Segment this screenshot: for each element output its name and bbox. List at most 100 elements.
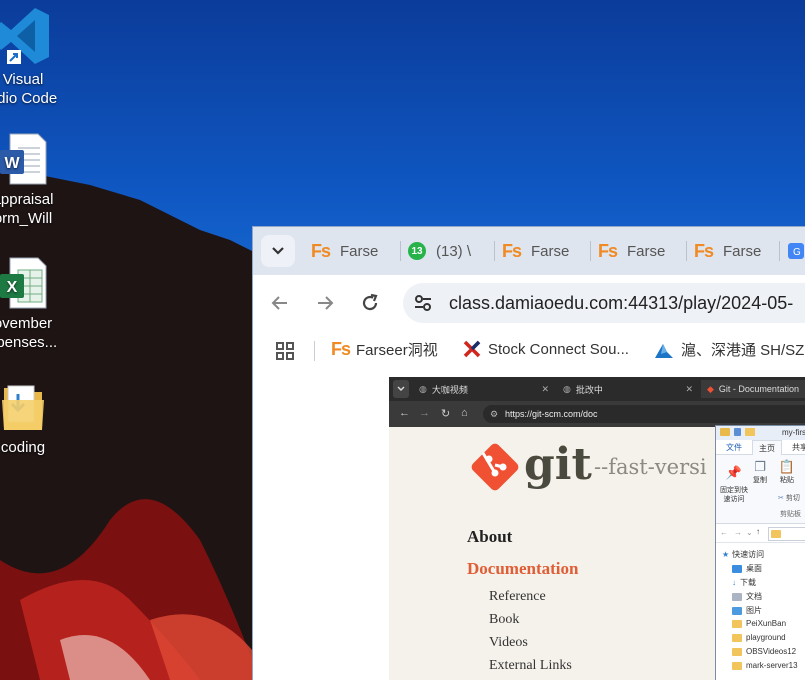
tab-label: Farse [340,242,379,260]
nav-documentation[interactable]: Documentation [467,559,578,579]
copy-icon: ❐ [754,459,766,474]
farseer-icon: Fs [331,339,351,359]
tab-label: Farse [627,242,666,260]
tab-farseer-3[interactable]: Fs Farse [590,237,666,265]
reload-icon[interactable]: ↻ [441,407,450,420]
inner-tab-menu-button[interactable] [393,380,409,398]
nav-pictures[interactable]: 图片 [732,605,762,616]
home-icon[interactable]: ⌂ [461,407,468,419]
nav-folder-mark-server[interactable]: mark-server13 [732,661,798,670]
excel-document-icon: X [0,257,47,309]
tab-farseer-2[interactable]: Fs Farse [494,237,569,265]
translate-icon: G [788,243,804,259]
url-text: https://git-scm.com/doc [505,409,598,419]
tab-notifications[interactable]: 13 (13) \ [400,237,472,265]
desktop-icon-label: Visual udio Code [0,71,58,107]
chevron-down-icon [272,247,284,255]
nav-quick-access[interactable]: ★ 快速访问 [722,549,764,560]
forward-arrow-icon[interactable]: → [734,528,742,537]
svg-text:X: X [7,279,18,296]
tab-google-translate[interactable]: G [779,237,805,265]
close-icon[interactable]: ✕ [685,384,693,395]
nav-about[interactable]: About [467,527,512,547]
inner-tab-grading[interactable]: ◍ 批改中 ✕ [563,380,693,398]
close-icon[interactable]: ✕ [541,384,549,395]
back-button[interactable] [267,290,293,316]
tab-strip: Fs Farse 13 (13) \ Fs Farse Fs Farse Fs [253,227,805,275]
button-label: 剪切 [785,495,800,502]
nav-folder-obsvideos[interactable]: OBSVideos12 [732,647,796,656]
farseer-icon: Fs [598,240,618,261]
desktop-icon-word-doc[interactable]: W appraisal orm_Will [0,132,68,228]
inner-address-bar[interactable]: ⚙ https://git-scm.com/doc [483,405,805,423]
desktop-icon-folder[interactable]: coding [0,380,68,457]
tab-search-button[interactable] [261,235,295,267]
tab-separator [779,241,780,261]
desktop-icon-excel-doc[interactable]: X ovember xpenses... [0,256,68,352]
apps-button[interactable] [275,341,295,361]
explorer-title-bar: my-firs [716,426,805,440]
copy-button[interactable]: ❐ 复制 [752,459,768,485]
nav-reference[interactable]: Reference [489,589,546,605]
forward-button[interactable] [312,290,338,316]
quick-access-toolbar-icon[interactable] [720,428,759,438]
tab-farseer-4[interactable]: Fs Farse [686,237,761,265]
document-icon [732,592,742,601]
nav-folder-peixunban[interactable]: PeiXunBan [732,619,786,628]
address-bar[interactable]: class.damiaoedu.com:44313/play/2024-05- [403,283,805,323]
bookmarks-bar: Fs Farseer洞视 Stock Connect Sou... 滬、深港通 … [253,331,805,371]
tab-farseer-1[interactable]: Fs Farse [311,237,378,265]
svg-text:W: W [4,155,20,172]
desktop-icon-vscode[interactable]: Visual udio Code [0,6,68,108]
nav-videos[interactable]: Videos [489,635,528,651]
tab-separator [400,241,401,261]
farseer-icon: Fs [502,240,522,261]
bookmark-farseer[interactable]: Fs Farseer洞视 [331,339,438,360]
nav-label: PeiXunBan [746,619,787,628]
ribbon-tab-file[interactable]: 文件 [726,442,742,453]
bookmark-hkex[interactable]: 滬、深港通 SH/SZ [653,339,804,360]
inner-tab-git-docs[interactable]: ◆ Git - Documentation [701,380,805,398]
arrow-right-icon [318,296,334,310]
nav-documents[interactable]: 文档 [732,591,762,602]
desktop-folder-icon [732,564,742,573]
word-document-icon: W [0,133,47,185]
up-arrow-icon[interactable]: ↑ [756,527,760,536]
site-settings-icon[interactable] [413,293,433,313]
pin-quick-access-button[interactable]: 📌 固定到快 速访问 [720,459,748,504]
arrow-left-icon[interactable]: ← [399,407,410,419]
nav-folder-playground[interactable]: playground [732,633,786,642]
arrow-right-icon[interactable]: → [419,407,430,419]
ribbon-tab-home[interactable]: 主页 [752,440,782,456]
nav-downloads[interactable]: ↓ 下载 [732,577,756,588]
ribbon-tab-strip: 文件 主页 共享 [716,440,805,456]
reload-button[interactable] [357,290,383,316]
vscode-icon [0,8,49,64]
tab-label: (13) \ [436,242,472,260]
nav-desktop[interactable]: 桌面 [732,563,762,574]
bookmark-stock-connect[interactable]: Stock Connect Sou... [462,339,629,359]
tab-label: Git - Documentation [718,384,799,394]
cut-button[interactable]: ✂ 剪切 [778,493,800,503]
nav-book[interactable]: Book [489,612,519,628]
nav-external-links[interactable]: External Links [489,658,572,674]
ribbon-tab-share[interactable]: 共享 [792,442,805,453]
explorer-path-field[interactable] [768,527,805,541]
paste-button[interactable]: 📋 粘贴 [776,459,798,485]
svg-text:G: G [793,247,801,258]
site-settings-icon: ⚙ [490,409,499,419]
git-logo-icon [471,443,519,491]
notification-badge-icon: 13 [408,242,426,260]
farseer-icon: Fs [694,240,714,261]
arrow-left-icon [271,296,287,310]
desktop-icon-label: coding [0,439,46,456]
folder-icon [732,619,742,628]
folder-icon [732,661,742,670]
inner-tab-video[interactable]: ◍ 大咖视频 ✕ [419,380,549,398]
nav-label: 下载 [740,578,756,587]
chevron-down-icon [397,386,405,391]
chevron-down-icon[interactable]: ⌄ [746,528,753,537]
url-text: class.damiaoedu.com:44313/play/2024-05- [449,293,794,313]
back-arrow-icon[interactable]: ← [720,528,728,537]
pin-icon: 📌 [725,465,743,480]
